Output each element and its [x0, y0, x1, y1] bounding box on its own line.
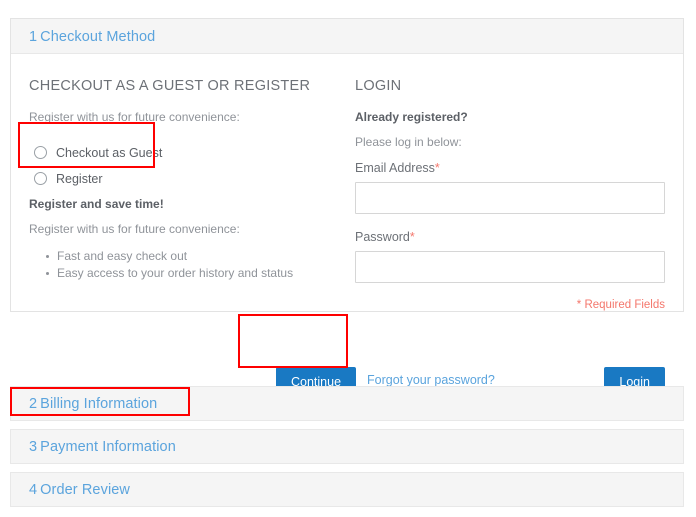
- checkout-step-4-header[interactable]: 4Order Review: [10, 472, 684, 507]
- list-item: Easy access to your order history and st…: [46, 265, 327, 282]
- required-asterisk-icon: *: [435, 161, 440, 175]
- step-1-title-text: Checkout Method: [40, 29, 155, 45]
- step-4-number: 4: [29, 482, 37, 498]
- step-3-title-text: Payment Information: [40, 439, 176, 455]
- password-label-text: Password: [355, 230, 410, 244]
- radio-circle-icon: [34, 146, 47, 159]
- email-address-label: Email Address*: [355, 161, 665, 175]
- step-4-title: 4Order Review: [29, 482, 130, 498]
- step-2-title: 2Billing Information: [29, 396, 157, 412]
- guest-register-column: CHECKOUT AS A GUEST OR REGISTER Register…: [11, 54, 345, 311]
- guest-register-heading: CHECKOUT AS A GUEST OR REGISTER: [29, 78, 327, 94]
- radio-label-checkout-as-guest: Checkout as Guest: [56, 146, 162, 160]
- register-benefits-heading: Register and save time!: [29, 197, 327, 211]
- step-1-number: 1: [29, 29, 37, 45]
- checkout-step-2-header[interactable]: 2Billing Information: [10, 386, 684, 421]
- step-4-title-text: Order Review: [40, 482, 130, 498]
- checkout-step-3-header[interactable]: 3Payment Information: [10, 429, 684, 464]
- radio-option-register[interactable]: Register: [29, 168, 327, 189]
- radio-circle-icon: [34, 172, 47, 185]
- step-1-title: 1Checkout Method: [29, 29, 155, 45]
- register-benefits-list: Fast and easy check out Easy access to y…: [29, 248, 327, 282]
- please-log-in-text: Please log in below:: [355, 135, 665, 149]
- step-3-number: 3: [29, 439, 37, 455]
- radio-option-checkout-as-guest[interactable]: Checkout as Guest: [29, 142, 327, 163]
- password-label: Password*: [355, 230, 665, 244]
- register-benefits-intro: Register with us for future convenience:: [29, 222, 327, 236]
- step-3-title: 3Payment Information: [29, 439, 176, 455]
- password-field[interactable]: [355, 251, 665, 283]
- email-field[interactable]: [355, 182, 665, 214]
- checkout-method-radio-group: Checkout as Guest Register: [29, 136, 327, 193]
- step-2-number: 2: [29, 396, 37, 412]
- checkout-step-1-panel: 1Checkout Method CHECKOUT AS A GUEST OR …: [10, 18, 684, 312]
- guest-register-intro: Register with us for future convenience:: [29, 110, 327, 124]
- already-registered-text: Already registered?: [355, 110, 665, 124]
- forgot-password-link[interactable]: Forgot your password?: [367, 373, 495, 387]
- login-column: LOGIN Already registered? Please log in …: [345, 54, 683, 311]
- required-fields-note: * Required Fields: [355, 299, 665, 311]
- radio-label-register: Register: [56, 172, 103, 186]
- checkout-page: 1Checkout Method CHECKOUT AS A GUEST OR …: [0, 0, 696, 517]
- email-address-label-text: Email Address: [355, 161, 435, 175]
- step-2-title-text: Billing Information: [40, 396, 157, 412]
- step-1-header[interactable]: 1Checkout Method: [11, 19, 683, 54]
- login-heading: LOGIN: [355, 78, 665, 94]
- required-asterisk-icon: *: [410, 230, 415, 244]
- list-item: Fast and easy check out: [46, 248, 327, 265]
- step-1-body: CHECKOUT AS A GUEST OR REGISTER Register…: [11, 54, 683, 311]
